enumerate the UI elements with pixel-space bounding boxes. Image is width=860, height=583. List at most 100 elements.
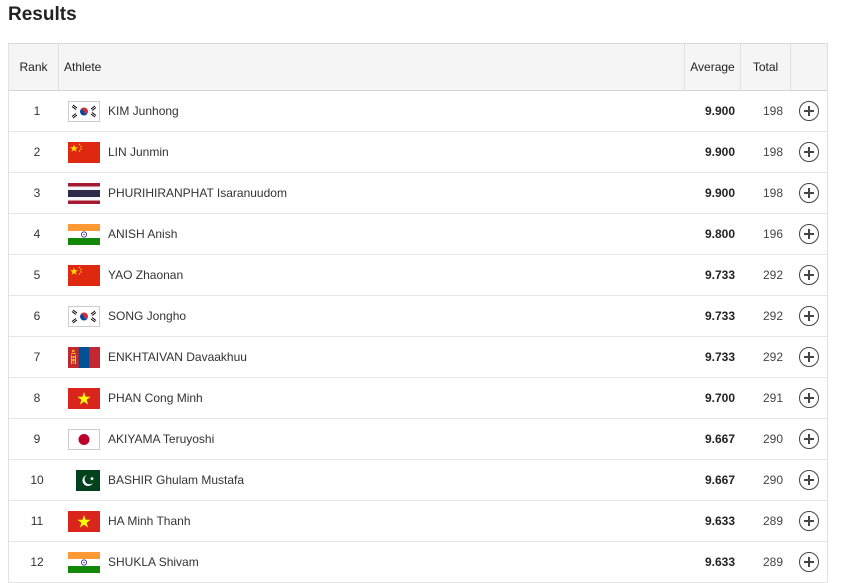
total-cell: 289 bbox=[762, 555, 783, 569]
table-row[interactable]: 4 ANISH Anish 9.800 196 bbox=[9, 214, 827, 255]
rank-cell: 11 bbox=[30, 514, 44, 528]
athlete-cell[interactable]: BASHIR Ghulam Mustafa bbox=[59, 469, 685, 491]
athlete-name: KIM Junhong bbox=[108, 104, 179, 118]
column-header-average[interactable]: Average bbox=[685, 44, 741, 90]
average-cell: 9.633 bbox=[704, 514, 735, 528]
table-row[interactable]: 2 LIN Junmin 9.900 198 bbox=[9, 132, 827, 173]
table-header: Rank Athlete Average Total bbox=[9, 44, 827, 91]
average-cell: 9.667 bbox=[704, 432, 735, 446]
kor-flag-icon bbox=[68, 100, 100, 122]
total-cell: 292 bbox=[762, 309, 783, 323]
expand-plus-icon[interactable] bbox=[799, 347, 819, 367]
expand-cell bbox=[791, 183, 827, 203]
athlete-name: SONG Jongho bbox=[108, 309, 187, 323]
athlete-name: PHURIHIRANPHAT Isaranuudom bbox=[108, 186, 287, 200]
athlete-name: YAO Zhaonan bbox=[108, 268, 184, 282]
expand-plus-icon[interactable] bbox=[799, 183, 819, 203]
athlete-cell[interactable]: HA Minh Thanh bbox=[59, 510, 685, 532]
expand-cell bbox=[791, 265, 827, 285]
pak-flag-icon bbox=[68, 469, 100, 491]
athlete-name: ANISH Anish bbox=[108, 227, 178, 241]
athlete-cell[interactable]: AKIYAMA Teruyoshi bbox=[59, 428, 685, 450]
expand-plus-icon[interactable] bbox=[799, 142, 819, 162]
kor-flag-icon bbox=[68, 305, 100, 327]
tha-flag-icon bbox=[68, 182, 100, 204]
total-cell: 289 bbox=[762, 514, 783, 528]
average-cell: 9.667 bbox=[704, 473, 735, 487]
table-row[interactable]: 12 SHUKLA Shivam 9.633 289 bbox=[9, 542, 827, 583]
athlete-cell[interactable]: YAO Zhaonan bbox=[59, 264, 685, 286]
athlete-name: PHAN Cong Minh bbox=[108, 391, 203, 405]
page-title: Results bbox=[8, 4, 77, 25]
average-cell: 9.700 bbox=[704, 391, 735, 405]
athlete-name: ENKHTAIVAN Davaakhuu bbox=[108, 350, 247, 364]
table-row[interactable]: 7 ENKHTAIVAN Davaakhuu 9.733 292 bbox=[9, 337, 827, 378]
total-cell: 198 bbox=[762, 145, 783, 159]
expand-plus-icon[interactable] bbox=[799, 306, 819, 326]
total-cell: 290 bbox=[762, 432, 783, 446]
expand-plus-icon[interactable] bbox=[799, 265, 819, 285]
total-cell: 290 bbox=[762, 473, 783, 487]
rank-cell: 6 bbox=[33, 309, 41, 323]
average-cell: 9.733 bbox=[704, 309, 735, 323]
expand-cell bbox=[791, 429, 827, 449]
rank-cell: 5 bbox=[33, 268, 41, 282]
rank-cell: 8 bbox=[33, 391, 41, 405]
table-row[interactable]: 10 BASHIR Ghulam Mustafa 9.667 290 bbox=[9, 460, 827, 501]
expand-plus-icon[interactable] bbox=[799, 552, 819, 572]
chn-flag-icon bbox=[68, 264, 100, 286]
athlete-cell[interactable]: PHURIHIRANPHAT Isaranuudom bbox=[59, 182, 685, 204]
total-cell: 198 bbox=[762, 104, 783, 118]
expand-plus-icon[interactable] bbox=[799, 224, 819, 244]
rank-cell: 4 bbox=[33, 227, 41, 241]
jpn-flag-icon bbox=[68, 428, 100, 450]
athlete-cell[interactable]: KIM Junhong bbox=[59, 100, 685, 122]
athlete-cell[interactable]: ENKHTAIVAN Davaakhuu bbox=[59, 346, 685, 368]
rank-cell: 12 bbox=[30, 555, 44, 569]
expand-plus-icon[interactable] bbox=[799, 429, 819, 449]
ind-flag-icon bbox=[68, 551, 100, 573]
expand-cell bbox=[791, 224, 827, 244]
athlete-name: BASHIR Ghulam Mustafa bbox=[108, 473, 245, 487]
expand-cell bbox=[791, 101, 827, 121]
total-cell: 292 bbox=[762, 350, 783, 364]
table-row[interactable]: 5 YAO Zhaonan 9.733 292 bbox=[9, 255, 827, 296]
table-row[interactable]: 8 PHAN Cong Minh 9.700 291 bbox=[9, 378, 827, 419]
average-cell: 9.733 bbox=[704, 350, 735, 364]
column-header-total[interactable]: Total bbox=[741, 44, 791, 90]
expand-plus-icon[interactable] bbox=[799, 101, 819, 121]
rank-cell: 3 bbox=[33, 186, 41, 200]
table-row[interactable]: 11 HA Minh Thanh 9.633 289 bbox=[9, 501, 827, 542]
rank-cell: 10 bbox=[30, 473, 44, 487]
expand-cell bbox=[791, 470, 827, 490]
table-row[interactable]: 9 AKIYAMA Teruyoshi 9.667 290 bbox=[9, 419, 827, 460]
average-cell: 9.800 bbox=[704, 227, 735, 241]
column-header-rank[interactable]: Rank bbox=[9, 44, 59, 90]
athlete-name: LIN Junmin bbox=[108, 145, 169, 159]
column-header-athlete[interactable]: Athlete bbox=[59, 44, 685, 90]
total-cell: 198 bbox=[762, 186, 783, 200]
rank-cell: 9 bbox=[33, 432, 41, 446]
expand-cell bbox=[791, 306, 827, 326]
expand-plus-icon[interactable] bbox=[799, 511, 819, 531]
athlete-cell[interactable]: LIN Junmin bbox=[59, 141, 685, 163]
table-row[interactable]: 6 SONG Jongho 9.733 292 bbox=[9, 296, 827, 337]
expand-plus-icon[interactable] bbox=[799, 388, 819, 408]
table-row[interactable]: 3 PHURIHIRANPHAT Isaranuudom 9.900 198 bbox=[9, 173, 827, 214]
athlete-cell[interactable]: PHAN Cong Minh bbox=[59, 387, 685, 409]
athlete-cell[interactable]: ANISH Anish bbox=[59, 223, 685, 245]
athlete-cell[interactable]: SHUKLA Shivam bbox=[59, 551, 685, 573]
vie-flag-icon bbox=[68, 510, 100, 532]
table-row[interactable]: 1 KIM Junhong 9.900 198 bbox=[9, 91, 827, 132]
expand-plus-icon[interactable] bbox=[799, 470, 819, 490]
average-cell: 9.733 bbox=[704, 268, 735, 282]
results-table: Rank Athlete Average Total 1 KIM Junhong… bbox=[8, 43, 828, 583]
table-body: 1 KIM Junhong 9.900 198 2 LIN Junmin 9.9… bbox=[9, 91, 827, 583]
mgl-flag-icon bbox=[68, 346, 100, 368]
athlete-cell[interactable]: SONG Jongho bbox=[59, 305, 685, 327]
column-header-actions bbox=[791, 44, 827, 90]
ind-flag-icon bbox=[68, 223, 100, 245]
average-cell: 9.900 bbox=[704, 186, 735, 200]
total-cell: 292 bbox=[762, 268, 783, 282]
athlete-name: HA Minh Thanh bbox=[108, 514, 191, 528]
